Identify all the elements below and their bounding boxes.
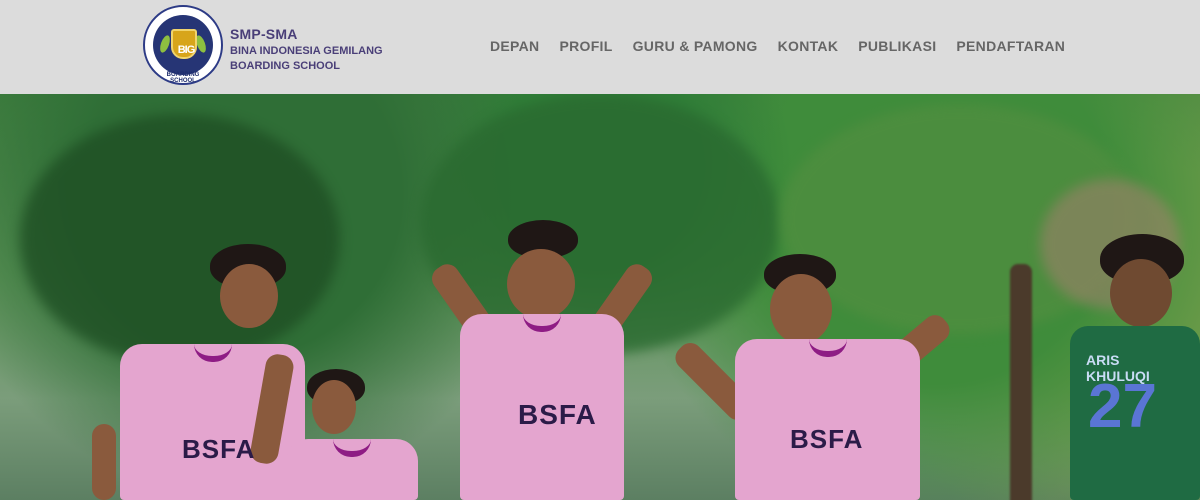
player-face <box>1110 259 1172 327</box>
jersey-text: BSFA <box>790 424 864 454</box>
brand-block[interactable]: SMP-SMA BINA INDONESIA GEMILANG BOARDING… <box>230 26 383 72</box>
nav-item-publikasi[interactable]: PUBLIKASI <box>858 38 936 54</box>
player-face <box>507 249 575 319</box>
brand-title: SMP-SMA <box>230 26 298 42</box>
player-face <box>220 264 278 328</box>
tree-canopy <box>20 114 340 364</box>
nav-item-depan[interactable]: DEPAN <box>490 38 539 54</box>
main-nav: DEPAN PROFIL GURU & PAMONG KONTAK PUBLIK… <box>490 38 1065 54</box>
player-face <box>770 274 832 344</box>
tree-trunk <box>1010 264 1032 500</box>
player-arm <box>92 424 116 500</box>
shield-icon: BIG <box>171 29 197 59</box>
nav-item-pendaftaran[interactable]: PENDAFTARAN <box>956 38 1065 54</box>
jersey-text: BSFA <box>518 399 597 430</box>
pink-jersey <box>735 339 920 500</box>
brand-subtitle-2: BOARDING SCHOOL <box>230 60 340 72</box>
site-header: BIG BOARDING SCHOOL SMP-SMA BINA INDONES… <box>0 0 1200 94</box>
pink-jersey <box>286 439 418 500</box>
hero-image: BSFA BSFA BSFA ARIS KHULUQI 27 <box>0 94 1200 500</box>
jersey-text: BSFA <box>182 434 256 464</box>
leaf-icon <box>158 34 172 54</box>
brand-subtitle-1: BINA INDONESIA GEMILANG <box>230 45 383 57</box>
logo-ring-text: BOARDING SCHOOL <box>166 72 200 84</box>
nav-item-guru-pamong[interactable]: GURU & PAMONG <box>633 38 758 54</box>
school-logo[interactable]: BIG BOARDING SCHOOL <box>143 5 223 85</box>
logo-emblem: BIG <box>153 15 213 75</box>
logo-text: BIG <box>177 44 196 56</box>
player-face <box>312 380 356 434</box>
nav-item-profil[interactable]: PROFIL <box>559 38 612 54</box>
nav-item-kontak[interactable]: KONTAK <box>778 38 839 54</box>
jersey-number: 27 <box>1088 372 1157 441</box>
